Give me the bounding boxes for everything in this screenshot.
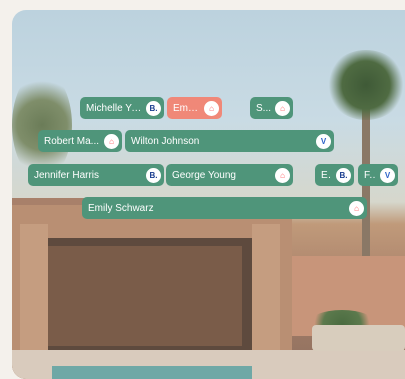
booking-icon: B. bbox=[146, 167, 161, 183]
booking-chip[interactable]: Michelle Yao B. bbox=[80, 97, 164, 119]
booking-icon: B. bbox=[146, 100, 161, 116]
booking-chip[interactable]: Jennifer Harris B. bbox=[28, 164, 164, 186]
patio-interior bbox=[32, 246, 242, 346]
booking-chip[interactable]: E... B. bbox=[315, 164, 354, 186]
guest-name: Jennifer Harris bbox=[34, 169, 100, 181]
airbnb-icon: ⌂ bbox=[104, 133, 119, 149]
guest-name: Emily Schwarz bbox=[88, 202, 154, 214]
booking-chip[interactable]: S... ⌂ bbox=[250, 97, 293, 119]
palm-crown bbox=[326, 50, 405, 120]
booking-chip[interactable]: F... V bbox=[358, 164, 398, 186]
booking-chip[interactable]: Emily Schwarz ⌂ bbox=[82, 197, 367, 219]
airbnb-icon: ⌂ bbox=[275, 100, 290, 116]
guest-name: Emil... bbox=[173, 102, 200, 114]
guest-name: Wilton Johnson bbox=[131, 135, 200, 147]
property-photo bbox=[12, 10, 405, 379]
pool bbox=[52, 366, 252, 379]
vrbo-icon: V bbox=[380, 167, 395, 183]
booking-chip-selected[interactable]: Emil... ⌂ bbox=[167, 97, 222, 119]
airbnb-icon: ⌂ bbox=[275, 167, 290, 183]
guest-name: E... bbox=[321, 169, 332, 181]
guest-name: F... bbox=[364, 169, 376, 181]
airbnb-icon: ⌂ bbox=[204, 100, 219, 116]
booking-chip[interactable]: Robert Ma... ⌂ bbox=[38, 130, 122, 152]
airbnb-icon: ⌂ bbox=[349, 200, 364, 216]
guest-name: George Young bbox=[172, 169, 236, 181]
column-right bbox=[252, 224, 280, 359]
guest-name: S... bbox=[256, 102, 271, 114]
guest-name: Robert Ma... bbox=[44, 135, 100, 147]
booking-icon: B. bbox=[336, 167, 351, 183]
lounge-chair bbox=[312, 325, 405, 351]
guest-name: Michelle Yao bbox=[86, 102, 142, 114]
vrbo-icon: V bbox=[316, 133, 331, 149]
booking-chip[interactable]: George Young ⌂ bbox=[166, 164, 293, 186]
booking-chip[interactable]: Wilton Johnson V bbox=[125, 130, 334, 152]
column-left bbox=[20, 224, 48, 359]
